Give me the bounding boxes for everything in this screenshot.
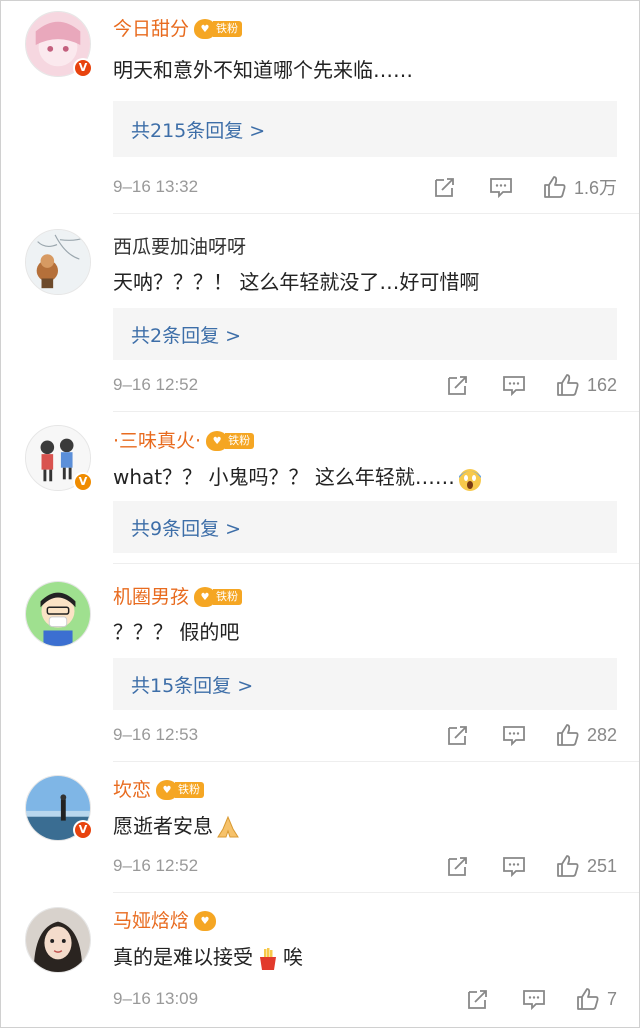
comment-meta: 9–16 12:52 251 — [113, 851, 617, 881]
divider — [113, 892, 639, 893]
comment-text: what？？ 小鬼吗？？ 这么年轻就…… — [113, 462, 485, 492]
fan-badge: ♥ 铁粉 — [156, 779, 205, 801]
comment-icon[interactable] — [501, 722, 527, 748]
avatar[interactable] — [25, 581, 91, 647]
comment-icon[interactable] — [501, 853, 527, 879]
comment-text: 真的是难以接受 唉 — [113, 942, 303, 972]
like-count: 251 — [586, 855, 617, 876]
comment-meta: 9–16 13:32 1.6万 — [113, 172, 617, 202]
reply-box[interactable]: 共2条回复 > — [113, 308, 617, 360]
like-count: 282 — [586, 724, 617, 745]
like-button[interactable]: 162 — [555, 372, 617, 398]
comment-text: 愿逝者安息 — [113, 811, 243, 841]
reply-box[interactable]: 共15条回复 > — [113, 658, 617, 710]
verified-v-icon: V — [73, 472, 93, 492]
comment-meta: 9–16 12:52 162 — [113, 370, 617, 400]
like-count: 7 — [606, 988, 617, 1009]
username[interactable]: 坎恋 — [113, 778, 151, 802]
username[interactable]: 机圈男孩 — [113, 585, 189, 609]
verified-v-icon: V — [73, 58, 93, 78]
divider — [113, 411, 639, 412]
divider — [113, 563, 639, 564]
share-icon[interactable] — [445, 853, 471, 879]
share-icon[interactable] — [465, 986, 491, 1012]
view-replies-link[interactable]: 共215条回复 > — [131, 116, 265, 143]
view-replies-link[interactable]: 共9条回复 > — [131, 514, 241, 541]
share-icon[interactable] — [445, 722, 471, 748]
divider — [113, 761, 639, 762]
thumbs-up-icon — [555, 722, 581, 748]
fan-heart-icon: ♥ — [156, 780, 179, 800]
username[interactable]: ·三味真火· — [113, 429, 201, 453]
comment-text: 明天和意外不知道哪个先来临…… — [113, 58, 413, 82]
thumbs-up-icon — [555, 853, 581, 879]
view-replies-link[interactable]: 共2条回复 > — [131, 321, 241, 348]
fan-badge: ♥ — [194, 910, 217, 932]
timestamp: 9–16 12:52 — [113, 856, 199, 875]
praying-hands-emoji-icon — [215, 815, 241, 841]
view-replies-link[interactable]: 共15条回复 > — [131, 671, 253, 698]
username[interactable]: 今日甜分 — [113, 17, 189, 41]
thumbs-up-icon — [555, 372, 581, 398]
share-icon[interactable] — [445, 372, 471, 398]
timestamp: 9–16 12:53 — [113, 725, 199, 744]
reply-box[interactable]: 共9条回复 > — [113, 501, 617, 553]
fries-emoji-icon — [255, 946, 281, 972]
fan-badge: ♥ 铁粉 — [206, 430, 255, 452]
reply-box[interactable]: 共215条回复 > — [113, 101, 617, 157]
timestamp: 9–16 13:32 — [113, 177, 199, 196]
comment-meta: 9–16 12:53 282 — [113, 720, 617, 750]
like-button[interactable]: 251 — [555, 853, 617, 879]
comment-icon[interactable] — [488, 174, 514, 200]
avatar[interactable] — [25, 229, 91, 295]
thumbs-up-icon — [575, 986, 601, 1012]
fan-heart-icon: ♥ — [194, 19, 217, 39]
username[interactable]: 马娅焓焓 — [113, 909, 189, 933]
divider — [113, 213, 639, 214]
fan-heart-icon: ♥ — [206, 431, 229, 451]
verified-v-icon: V — [73, 820, 93, 840]
like-button[interactable]: 7 — [575, 986, 617, 1012]
username[interactable]: 西瓜要加油呀呀 — [113, 235, 246, 259]
like-count: 1.6万 — [573, 178, 617, 198]
fan-badge: ♥ 铁粉 — [194, 18, 243, 40]
thumbs-up-icon — [542, 174, 568, 200]
comment-icon[interactable] — [521, 986, 547, 1012]
timestamp: 9–16 12:52 — [113, 375, 199, 394]
like-button[interactable]: 1.6万 — [542, 174, 617, 200]
screaming-face-emoji-icon — [457, 466, 483, 492]
avatar[interactable] — [25, 907, 91, 973]
like-button[interactable]: 282 — [555, 722, 617, 748]
timestamp: 9–16 13:09 — [113, 989, 199, 1008]
comment-text: 天呐？？？！ 这么年轻就没了…好可惜啊 — [113, 270, 480, 294]
comment-icon[interactable] — [501, 372, 527, 398]
share-icon[interactable] — [432, 174, 458, 200]
comment-text: ？？？ 假的吧 — [113, 620, 240, 644]
fan-badge: ♥ 铁粉 — [194, 586, 243, 608]
like-count: 162 — [586, 374, 617, 395]
fan-heart-icon: ♥ — [194, 911, 217, 931]
comment-meta: 9–16 13:09 7 — [113, 984, 617, 1014]
fan-heart-icon: ♥ — [194, 587, 217, 607]
